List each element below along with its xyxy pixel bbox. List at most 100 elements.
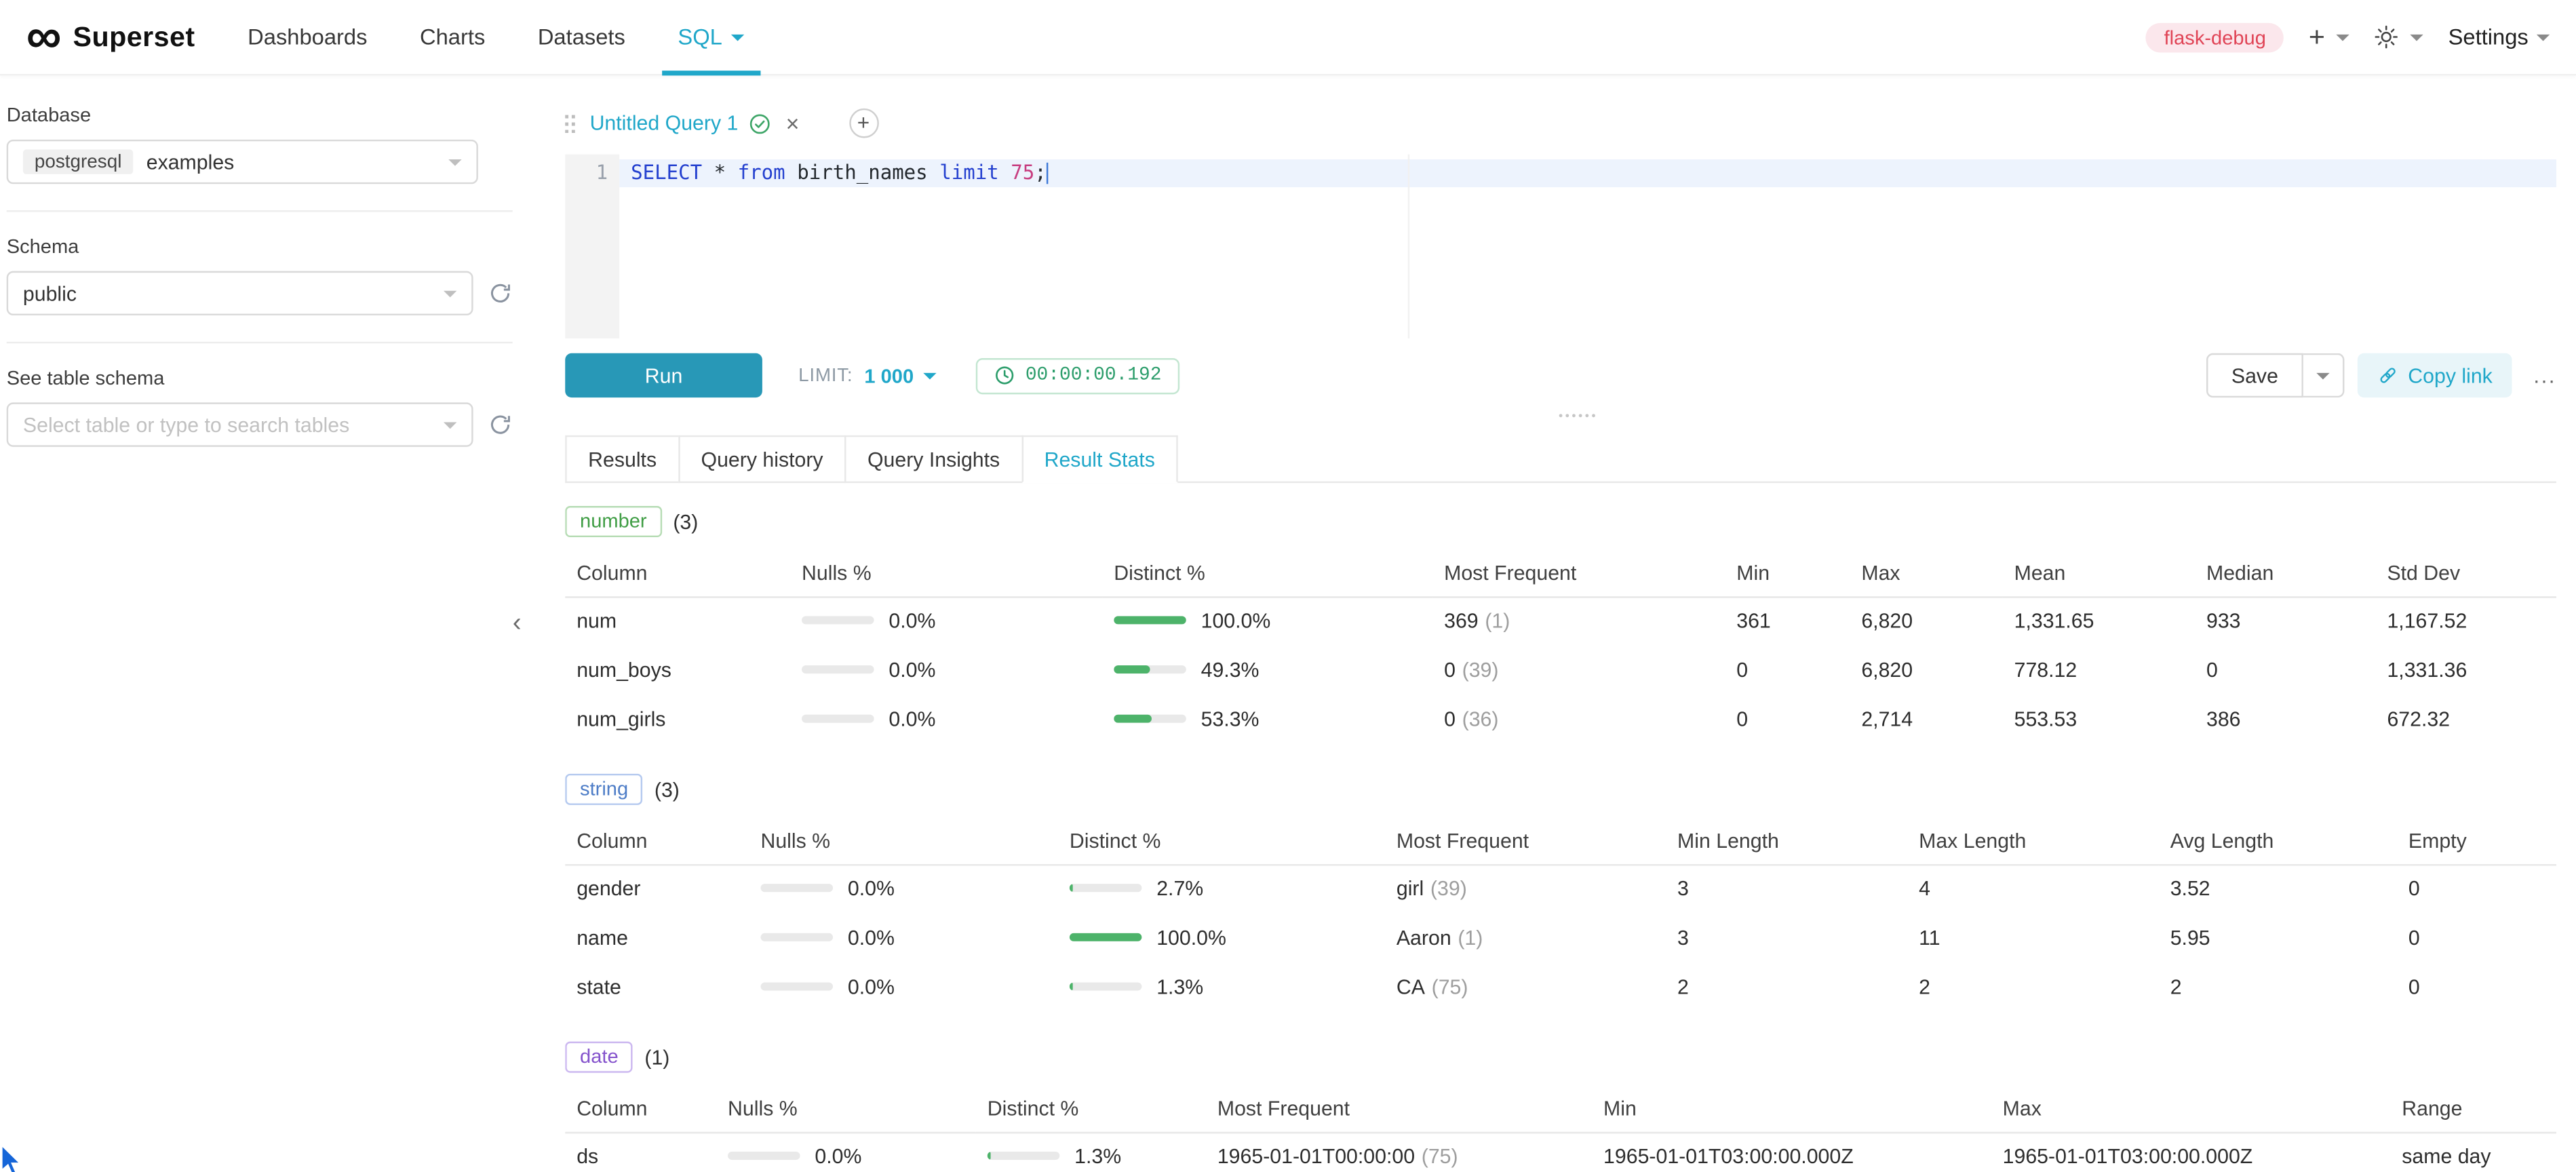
column-header: Empty — [2397, 820, 2556, 864]
query-timer: 00:00:00.192 — [976, 357, 1179, 393]
cell-value: 6,820 — [1861, 610, 1913, 633]
save-dropdown-button[interactable] — [2303, 353, 2344, 397]
stats-cell: 5.95 — [2159, 914, 2397, 963]
sql-keyword: limit — [939, 161, 999, 184]
stats-cell: 4 — [1907, 864, 2159, 914]
schema-select[interactable]: public — [7, 271, 473, 315]
stats-cell: 3.52 — [2159, 864, 2397, 914]
column-header: Distinct % — [1102, 552, 1432, 596]
stats-header-row: ColumnNulls %Distinct %Most FrequentMin … — [565, 820, 2556, 864]
cell-value: 1965-01-01T03:00:00.000Z — [1603, 1146, 1854, 1169]
percent-bar — [760, 983, 833, 991]
stats-cell: 361 — [1725, 596, 1850, 646]
stats-row: state0.0%1.3%CA(75)2220 — [565, 962, 2556, 1012]
brand-name: Superset — [73, 20, 195, 53]
column-header: Range — [2390, 1087, 2556, 1131]
stats-header-row: ColumnNulls %Distinct %Most FrequentMinM… — [565, 552, 2556, 596]
table-select[interactable]: Select table or type to search tables — [7, 402, 473, 446]
sql-operator: * — [702, 161, 738, 184]
stats-cell: 53.3% — [1102, 695, 1432, 745]
add-query-tab-button[interactable]: + — [848, 109, 878, 138]
pane-resize-handle[interactable] — [565, 408, 2556, 424]
cell-value: 778.12 — [2014, 659, 2077, 682]
cell-sub-value: (1) — [1485, 610, 1510, 633]
percent-bar-fill — [1070, 983, 1072, 991]
chevron-down-icon — [2411, 34, 2423, 41]
stats-cell: num_boys — [565, 646, 790, 695]
stats-cell: 3 — [1666, 864, 1907, 914]
stats-cell: 2,714 — [1850, 695, 2002, 745]
refresh-tables-icon[interactable] — [488, 412, 512, 437]
nav-datasets[interactable]: Datasets — [511, 0, 652, 75]
query-tab[interactable]: Untitled Query 1 × — [565, 112, 799, 135]
tab-query-history[interactable]: Query history — [678, 435, 846, 483]
query-tab-title: Untitled Query 1 — [590, 112, 739, 135]
database-select[interactable]: postgresql examples — [7, 140, 478, 184]
type-chip: number — [565, 506, 661, 537]
stats-header-row: ColumnNulls %Distinct %Most FrequentMinM… — [565, 1087, 2556, 1131]
cell-value: 1965-01-01T00:00:00 — [1217, 1146, 1415, 1169]
percent-bar — [1070, 884, 1142, 893]
theme-toggle-button[interactable] — [2375, 24, 2424, 49]
stats-row: num_girls0.0%53.3%0(36)02,714553.5338667… — [565, 695, 2556, 745]
database-label: Database — [7, 104, 513, 127]
add-new-button[interactable]: + — [2309, 26, 2349, 49]
save-button[interactable]: Save — [2207, 353, 2303, 397]
settings-menu[interactable]: Settings — [2448, 24, 2550, 49]
sql-statement: SELECT * from birth_names limit 75; — [619, 159, 2556, 187]
cell-value: state — [577, 976, 621, 999]
column-header: Most Frequent — [1432, 552, 1725, 596]
stats-cell: 11 — [1907, 914, 2159, 963]
cell-value: 0.0% — [848, 976, 895, 999]
superset-logo[interactable]: ∞ Superset — [26, 16, 195, 58]
collapse-sidebar-button[interactable]: ‹ — [513, 611, 522, 638]
cell-value: 0.0% — [848, 878, 895, 901]
stats-cell: 100.0% — [1058, 914, 1385, 963]
more-options-button[interactable]: ... — [2533, 363, 2556, 387]
cell-value: 3.52 — [2170, 878, 2210, 901]
cell-value: 672.32 — [2387, 708, 2450, 731]
cell-value: 553.53 — [2014, 708, 2077, 731]
limit-dropdown[interactable]: LIMIT: 1 000 — [798, 364, 937, 387]
cell-value: 2 — [1919, 976, 1930, 999]
chevron-down-icon — [2537, 34, 2550, 41]
cell-value: 2.7% — [1156, 878, 1203, 901]
cell-value: 2 — [2170, 976, 2182, 999]
cell-value: 6,820 — [1861, 659, 1913, 682]
navbar: ∞ Superset Dashboards Charts Datasets SQ… — [0, 0, 2576, 75]
tab-result-stats[interactable]: Result Stats — [1021, 435, 1178, 483]
nav-dashboards[interactable]: Dashboards — [221, 0, 393, 75]
nav-sql-label: SQL — [678, 24, 722, 49]
cell-value: 933 — [2206, 610, 2241, 633]
type-row: string(3) — [565, 774, 2556, 805]
screen: ∞ Superset Dashboards Charts Datasets SQ… — [0, 0, 2576, 1172]
cell-value: Aaron — [1397, 926, 1451, 950]
percent-bar — [802, 715, 874, 723]
run-button[interactable]: Run — [565, 353, 762, 397]
percent-bar — [802, 617, 874, 625]
cell-value: 0 — [2206, 659, 2218, 682]
cell-sub-value: (1) — [1458, 926, 1483, 950]
tab-results[interactable]: Results — [565, 435, 680, 483]
stats-cell: 0 — [2397, 864, 2556, 914]
drag-dots-icon — [1559, 414, 1563, 417]
tab-query-insights[interactable]: Query Insights — [844, 435, 1023, 483]
chevron-down-icon — [924, 372, 937, 379]
drag-grip-icon[interactable] — [565, 114, 577, 132]
percent-bar — [988, 1152, 1060, 1160]
type-row: date(1) — [565, 1042, 2556, 1073]
close-tab-icon[interactable]: × — [786, 113, 800, 133]
cell-value: 0 — [1444, 708, 1456, 731]
cell-value: 3 — [1677, 878, 1689, 901]
copy-link-button[interactable]: Copy link — [2357, 353, 2512, 397]
nav-charts[interactable]: Charts — [393, 0, 511, 75]
chevron-down-icon — [444, 290, 456, 297]
stats-cell: 2 — [2159, 962, 2397, 1012]
stats-row: name0.0%100.0%Aaron(1)3115.950 — [565, 914, 2556, 963]
nav-sql[interactable]: SQL — [652, 0, 770, 75]
cell-value: num — [577, 610, 617, 633]
stats-table: ColumnNulls %Distinct %Most FrequentMinM… — [565, 552, 2556, 744]
percent-bar-fill — [1114, 665, 1150, 673]
refresh-schemas-icon[interactable] — [488, 281, 512, 305]
code-area[interactable]: SELECT * from birth_names limit 75; — [619, 155, 2556, 338]
